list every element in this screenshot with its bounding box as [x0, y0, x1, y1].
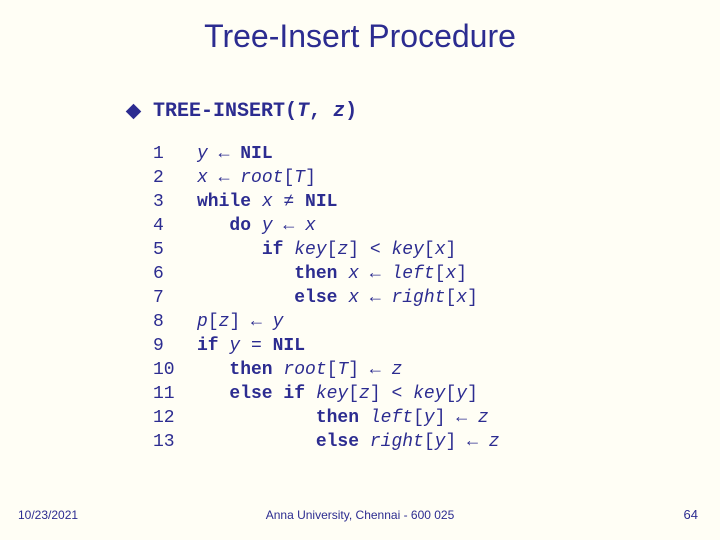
line-number: 9 [153, 334, 197, 358]
code-line: 2x ← root[T] [153, 166, 500, 190]
code-text: else x ← right[x] [197, 286, 478, 310]
code-line: 3while x ≠ NIL [153, 190, 500, 214]
line-number: 12 [153, 406, 197, 430]
line-number: 11 [153, 382, 197, 406]
code-text: while x ≠ NIL [197, 190, 337, 214]
line-number: 6 [153, 262, 197, 286]
line-number: 13 [153, 430, 197, 454]
code-line: 9if y = NIL [153, 334, 500, 358]
footer-page-number: 64 [684, 507, 698, 522]
slide-title: Tree-Insert Procedure [0, 18, 720, 55]
procedure-signature-row: TREE-INSERT(T, z) [128, 100, 357, 123]
code-text: y ← NIL [197, 142, 273, 166]
proc-arg2: z [333, 100, 345, 123]
code-text: then left[y] ← z [197, 406, 489, 430]
code-line: 1y ← NIL [153, 142, 500, 166]
proc-arg1: T [297, 100, 309, 123]
line-number: 1 [153, 142, 197, 166]
code-text: p[z] ← y [197, 310, 283, 334]
line-number: 7 [153, 286, 197, 310]
code-text: else right[y] ← z [197, 430, 500, 454]
bullet-icon [126, 104, 142, 120]
code-line: 4 do y ← x [153, 214, 500, 238]
procedure-signature: TREE-INSERT(T, z) [153, 100, 357, 123]
code-text: then x ← left[x] [197, 262, 467, 286]
code-line: 13 else right[y] ← z [153, 430, 500, 454]
code-line: 12 then left[y] ← z [153, 406, 500, 430]
proc-name: TREE-INSERT [153, 100, 285, 123]
line-number: 4 [153, 214, 197, 238]
line-number: 3 [153, 190, 197, 214]
slide: Tree-Insert Procedure TREE-INSERT(T, z) … [0, 0, 720, 540]
code-line: 8p[z] ← y [153, 310, 500, 334]
code-text: x ← root[T] [197, 166, 316, 190]
line-number: 10 [153, 358, 197, 382]
code-text: else if key[z] < key[y] [197, 382, 478, 406]
code-line: 6 then x ← left[x] [153, 262, 500, 286]
code-text: if key[z] < key[x] [197, 238, 456, 262]
code-line: 10 then root[T] ← z [153, 358, 500, 382]
code-text: then root[T] ← z [197, 358, 402, 382]
code-text: if y = NIL [197, 334, 305, 358]
line-number: 2 [153, 166, 197, 190]
code-line: 11 else if key[z] < key[y] [153, 382, 500, 406]
code-text: do y ← x [197, 214, 316, 238]
line-number: 8 [153, 310, 197, 334]
code-line: 7 else x ← right[x] [153, 286, 500, 310]
line-number: 5 [153, 238, 197, 262]
pseudocode-block: 1y ← NIL2x ← root[T]3while x ≠ NIL4 do y… [153, 142, 500, 454]
code-line: 5 if key[z] < key[x] [153, 238, 500, 262]
footer-center: Anna University, Chennai - 600 025 [0, 508, 720, 522]
